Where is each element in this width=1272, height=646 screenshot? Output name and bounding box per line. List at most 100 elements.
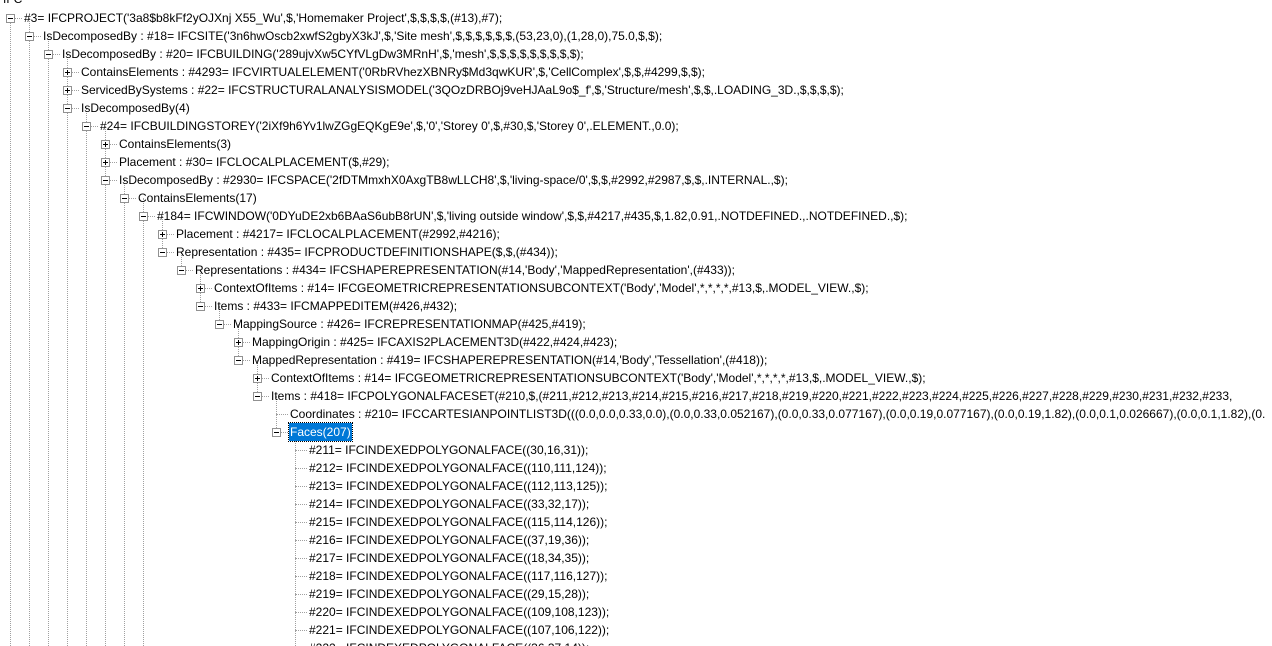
tree-node[interactable]: Placement : #30= IFCLOCALPLACEMENT($,#29… xyxy=(0,153,1272,171)
tree-node-label[interactable]: #184= IFCWINDOW('0DYuDE2xb6BAaS6ubB8rUN'… xyxy=(156,207,909,225)
tree-node-label[interactable]: #214= IFCINDEXEDPOLYGONALFACE((33,32,17)… xyxy=(308,495,590,513)
tree-node[interactable]: IsDecomposedBy : #18= IFCSITE('3n6hwOscb… xyxy=(0,27,1272,45)
collapse-icon[interactable] xyxy=(139,212,148,221)
tree-node-label[interactable]: ContextOfItems : #14= IFCGEOMETRICREPRES… xyxy=(213,279,870,297)
tree-node[interactable]: ContainsElements(17) xyxy=(0,189,1272,207)
tree-node-label[interactable]: ContextOfItems : #14= IFCGEOMETRICREPRES… xyxy=(270,369,927,387)
tree-node[interactable]: IsDecomposedBy : #2930= IFCSPACE('2fDTMm… xyxy=(0,171,1272,189)
tree-node[interactable]: MappedRepresentation : #419= IFCSHAPEREP… xyxy=(0,351,1272,369)
collapse-icon[interactable] xyxy=(82,122,91,131)
tree-leaf-node[interactable]: #222= IFCINDEXEDPOLYGONALFACE((36,37,14)… xyxy=(0,639,1272,646)
tree-node-label[interactable]: MappingSource : #426= IFCREPRESENTATIONM… xyxy=(232,315,587,333)
collapse-icon[interactable] xyxy=(25,32,34,41)
tree-leaf-node[interactable]: #217= IFCINDEXEDPOLYGONALFACE((18,34,35)… xyxy=(0,549,1272,567)
tree-node-label[interactable]: #222= IFCINDEXEDPOLYGONALFACE((36,37,14)… xyxy=(308,639,590,646)
expand-icon[interactable] xyxy=(234,338,243,347)
tree-node-label[interactable]: #212= IFCINDEXEDPOLYGONALFACE((110,111,1… xyxy=(308,459,608,477)
tree-node[interactable]: Items : #433= IFCMAPPEDITEM(#426,#432); xyxy=(0,297,1272,315)
tree-node[interactable]: #3= IFCPROJECT('3a8$b8kFf2yOJXnj X55_Wu'… xyxy=(0,9,1272,27)
tree-node-label[interactable]: #213= IFCINDEXEDPOLYGONALFACE((112,113,1… xyxy=(308,477,608,495)
tree-node-label[interactable]: MappedRepresentation : #419= IFCSHAPEREP… xyxy=(251,351,768,369)
tree-node[interactable]: ContextOfItems : #14= IFCGEOMETRICREPRES… xyxy=(0,369,1272,387)
collapse-icon[interactable] xyxy=(120,194,129,203)
tree-node-label[interactable]: #221= IFCINDEXEDPOLYGONALFACE((107,106,1… xyxy=(308,621,610,639)
tree-node[interactable]: Faces(207) xyxy=(0,422,1272,442)
expand-icon[interactable] xyxy=(158,230,167,239)
tree-node-label[interactable]: ContainsElements(3) xyxy=(118,135,232,153)
tree-leaf-node[interactable]: Coordinates : #210= IFCCARTESIANPOINTLIS… xyxy=(0,405,1272,423)
tree-node-label[interactable]: #217= IFCINDEXEDPOLYGONALFACE((18,34,35)… xyxy=(308,549,590,567)
tree-leaf-node[interactable]: #213= IFCINDEXEDPOLYGONALFACE((112,113,1… xyxy=(0,477,1272,495)
tree-node-label-selected[interactable]: Faces(207) xyxy=(288,422,353,442)
tree-node[interactable]: Items : #418= IFCPOLYGONALFACESET(#210,$… xyxy=(0,387,1272,405)
collapse-icon[interactable] xyxy=(101,176,110,185)
collapse-icon[interactable] xyxy=(234,356,243,365)
tree-connector-line xyxy=(295,504,307,505)
tree-node-label[interactable]: IsDecomposedBy : #2930= IFCSPACE('2fDTMm… xyxy=(118,171,789,189)
tree-node-label[interactable]: Representation : #435= IFCPRODUCTDEFINIT… xyxy=(175,243,559,261)
expand-icon[interactable] xyxy=(63,68,72,77)
tree-node-label[interactable]: IsDecomposedBy : #20= IFCBUILDING('289uj… xyxy=(61,45,585,63)
tree-node-label[interactable]: #220= IFCINDEXEDPOLYGONALFACE((109,108,1… xyxy=(308,603,610,621)
expand-icon[interactable] xyxy=(101,140,110,149)
collapse-icon[interactable] xyxy=(158,248,167,257)
collapse-icon[interactable] xyxy=(63,104,72,113)
tree-node[interactable]: ContextOfItems : #14= IFCGEOMETRICREPRES… xyxy=(0,279,1272,297)
collapse-icon[interactable] xyxy=(44,50,53,59)
tree-leaf-node[interactable]: #216= IFCINDEXEDPOLYGONALFACE((37,19,36)… xyxy=(0,531,1272,549)
collapse-icon[interactable] xyxy=(272,428,281,437)
tree-node-label[interactable]: #216= IFCINDEXEDPOLYGONALFACE((37,19,36)… xyxy=(308,531,590,549)
expand-icon[interactable] xyxy=(101,158,110,167)
tree-connector-line xyxy=(295,630,307,631)
expand-icon[interactable] xyxy=(253,374,262,383)
tree-node-label[interactable]: IsDecomposedBy : #18= IFCSITE('3n6hwOscb… xyxy=(42,27,663,45)
tree-node-label[interactable]: #24= IFCBUILDINGSTOREY('2iXf9h6Yv1lwZGgE… xyxy=(99,117,680,135)
tree-node-label[interactable]: #211= IFCINDEXEDPOLYGONALFACE((30,16,31)… xyxy=(308,441,589,459)
tree-node-label[interactable]: Placement : #30= IFCLOCALPLACEMENT($,#29… xyxy=(118,153,390,171)
tree-node-label[interactable]: Items : #418= IFCPOLYGONALFACESET(#210,$… xyxy=(270,387,1233,405)
tree-leaf-node[interactable]: #215= IFCINDEXEDPOLYGONALFACE((115,114,1… xyxy=(0,513,1272,531)
tree-leaf-node[interactable]: #219= IFCINDEXEDPOLYGONALFACE((29,15,28)… xyxy=(0,585,1272,603)
tree-root-text: IFC xyxy=(2,0,23,8)
expand-icon[interactable] xyxy=(196,284,205,293)
tree-node-label[interactable]: #218= IFCINDEXEDPOLYGONALFACE((117,116,1… xyxy=(308,567,608,585)
tree-node-label[interactable]: Representations : #434= IFCSHAPEREPRESEN… xyxy=(194,261,736,279)
tree-node[interactable]: Placement : #4217= IFCLOCALPLACEMENT(#29… xyxy=(0,225,1272,243)
tree-node[interactable]: Representation : #435= IFCPRODUCTDEFINIT… xyxy=(0,243,1272,261)
tree-node[interactable]: IsDecomposedBy : #20= IFCBUILDING('289uj… xyxy=(0,45,1272,63)
tree-node[interactable]: MappingSource : #426= IFCREPRESENTATIONM… xyxy=(0,315,1272,333)
collapse-icon[interactable] xyxy=(6,14,15,23)
tree-leaf-node[interactable]: #218= IFCINDEXEDPOLYGONALFACE((117,116,1… xyxy=(0,567,1272,585)
tree-node[interactable]: ContainsElements : #4293= IFCVIRTUALELEM… xyxy=(0,63,1272,81)
tree-node-label[interactable]: ContainsElements : #4293= IFCVIRTUALELEM… xyxy=(80,63,706,81)
tree-leaf-node[interactable]: #211= IFCINDEXEDPOLYGONALFACE((30,16,31)… xyxy=(0,441,1272,459)
tree-leaf-node[interactable]: #220= IFCINDEXEDPOLYGONALFACE((109,108,1… xyxy=(0,603,1272,621)
tree-node-label[interactable]: Placement : #4217= IFCLOCALPLACEMENT(#29… xyxy=(175,225,501,243)
tree-leaf-node[interactable]: #212= IFCINDEXEDPOLYGONALFACE((110,111,1… xyxy=(0,459,1272,477)
tree-node-label[interactable]: Coordinates : #210= IFCCARTESIANPOINTLIS… xyxy=(289,405,1266,423)
collapse-icon[interactable] xyxy=(215,320,224,329)
tree-connector-line xyxy=(276,414,288,415)
tree-node-label[interactable]: IsDecomposedBy(4) xyxy=(80,99,191,117)
tree-node[interactable]: ServicedBySystems : #22= IFCSTRUCTURALAN… xyxy=(0,81,1272,99)
tree-node-label[interactable]: #215= IFCINDEXEDPOLYGONALFACE((115,114,1… xyxy=(308,513,608,531)
tree-node-label[interactable]: #3= IFCPROJECT('3a8$b8kFf2yOJXnj X55_Wu'… xyxy=(23,9,503,27)
tree-node-label[interactable]: Items : #433= IFCMAPPEDITEM(#426,#432); xyxy=(213,297,458,315)
tree-node[interactable]: #184= IFCWINDOW('0DYuDE2xb6BAaS6ubB8rUN'… xyxy=(0,207,1272,225)
expand-icon[interactable] xyxy=(63,86,72,95)
tree-node[interactable]: #24= IFCBUILDINGSTOREY('2iXf9h6Yv1lwZGgE… xyxy=(0,117,1272,135)
tree-leaf-node[interactable]: #221= IFCINDEXEDPOLYGONALFACE((107,106,1… xyxy=(0,621,1272,639)
collapse-icon[interactable] xyxy=(177,266,186,275)
tree-node[interactable]: ContainsElements(3) xyxy=(0,135,1272,153)
tree-node[interactable]: Representations : #434= IFCSHAPEREPRESEN… xyxy=(0,261,1272,279)
tree-node[interactable]: MappingOrigin : #425= IFCAXIS2PLACEMENT3… xyxy=(0,333,1272,351)
tree-node-label[interactable]: ServicedBySystems : #22= IFCSTRUCTURALAN… xyxy=(80,81,845,99)
tree-leaf-node[interactable]: #214= IFCINDEXEDPOLYGONALFACE((33,32,17)… xyxy=(0,495,1272,513)
tree-node-label[interactable]: MappingOrigin : #425= IFCAXIS2PLACEMENT3… xyxy=(251,333,618,351)
collapse-icon[interactable] xyxy=(196,302,205,311)
tree-node-label[interactable]: #219= IFCINDEXEDPOLYGONALFACE((29,15,28)… xyxy=(308,585,590,603)
collapse-icon[interactable] xyxy=(253,392,262,401)
tree-node[interactable]: IsDecomposedBy(4) xyxy=(0,99,1272,117)
ifc-tree-view[interactable]: IFC #3= IFCPROJECT('3a8$b8kFf2yOJXnj X55… xyxy=(0,0,1272,646)
tree-node-label[interactable]: ContainsElements(17) xyxy=(137,189,258,207)
